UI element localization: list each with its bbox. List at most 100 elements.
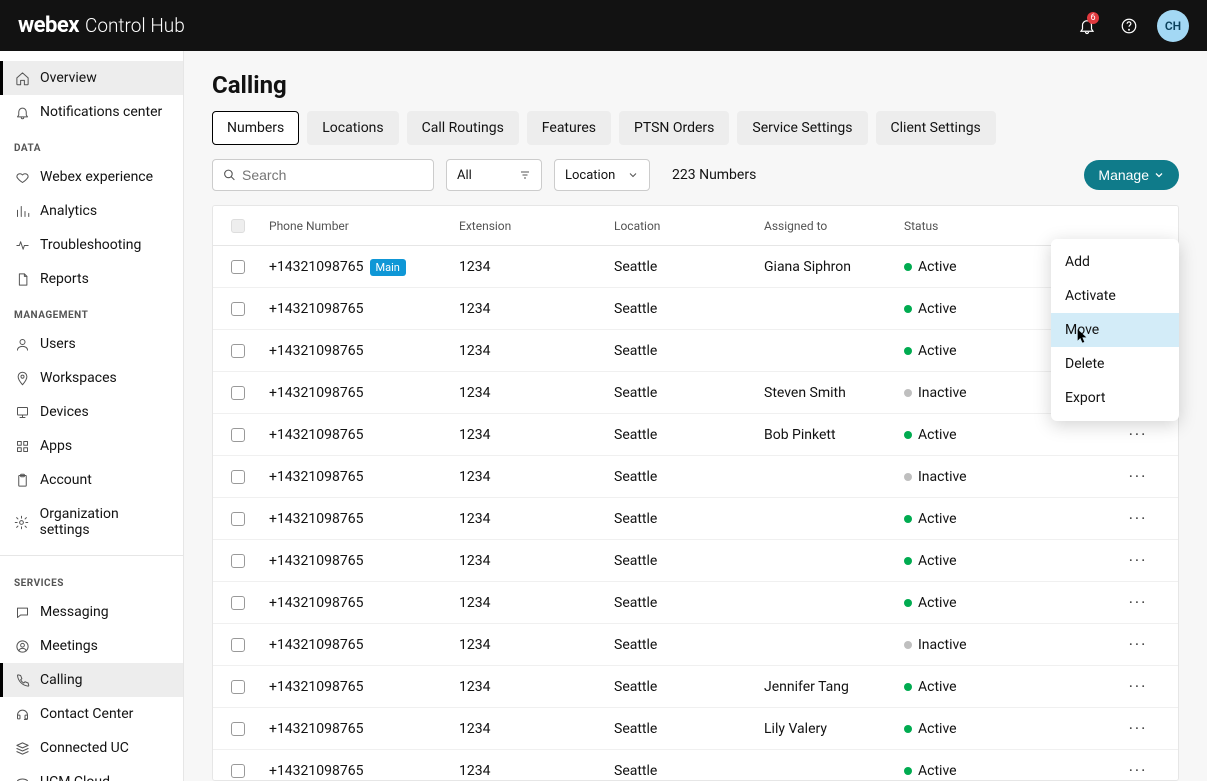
row-checkbox[interactable]: [231, 302, 245, 316]
tab-service-settings[interactable]: Service Settings: [737, 111, 867, 145]
sidebar-item-reports[interactable]: Reports: [0, 262, 183, 296]
sidebar-item-account[interactable]: Account: [0, 463, 183, 497]
table-row[interactable]: +143210987651234SeattleSteven SmithInact…: [213, 372, 1178, 414]
notifications-badge: 6: [1087, 12, 1099, 24]
col-phone[interactable]: Phone Number: [263, 219, 453, 233]
sidebar-item-messaging[interactable]: Messaging: [0, 595, 183, 629]
sidebar-item-users[interactable]: Users: [0, 327, 183, 361]
row-actions-button[interactable]: ···: [1098, 719, 1178, 738]
tab-ptsn-orders[interactable]: PTSN Orders: [619, 111, 729, 145]
table-row[interactable]: +143210987651234SeattleInactive···: [213, 456, 1178, 498]
cell-status: Inactive: [898, 637, 1098, 653]
table-row[interactable]: +143210987651234SeattleBob PinkettActive…: [213, 414, 1178, 456]
dropdown-item-export[interactable]: Export: [1051, 381, 1179, 415]
row-actions-button[interactable]: ···: [1098, 467, 1178, 486]
help-button[interactable]: [1115, 12, 1143, 40]
table-row[interactable]: +143210987651234SeattleActive···: [213, 498, 1178, 540]
cell-location: Seattle: [608, 469, 758, 485]
col-status[interactable]: Status: [898, 219, 1098, 233]
table-row[interactable]: +143210987651234SeattleActive···: [213, 288, 1178, 330]
table-row[interactable]: +143210987651234SeattleActive···: [213, 330, 1178, 372]
sidebar-item-notifications-center[interactable]: Notifications center: [0, 95, 183, 129]
table-row[interactable]: +143210987651234SeattleLily ValeryActive…: [213, 708, 1178, 750]
manage-dropdown: AddActivateMoveDeleteExport: [1051, 239, 1179, 421]
sidebar-item-workspaces[interactable]: Workspaces: [0, 361, 183, 395]
search-icon: [223, 168, 236, 182]
row-checkbox[interactable]: [231, 512, 245, 526]
table-row[interactable]: +143210987651234SeattleInactive···: [213, 624, 1178, 666]
col-extension[interactable]: Extension: [453, 219, 608, 233]
status-text: Active: [918, 553, 957, 569]
sidebar-item-calling[interactable]: Calling: [0, 663, 183, 697]
table-row[interactable]: +143210987651234SeattleActive···: [213, 540, 1178, 582]
table-row[interactable]: +143210987651234SeattleJennifer TangActi…: [213, 666, 1178, 708]
sidebar-item-contact-center[interactable]: Contact Center: [0, 697, 183, 731]
row-actions-button[interactable]: ···: [1098, 509, 1178, 528]
search-input[interactable]: [242, 167, 423, 183]
row-actions-button[interactable]: ···: [1098, 761, 1178, 780]
row-checkbox[interactable]: [231, 386, 245, 400]
row-actions-button[interactable]: ···: [1098, 635, 1178, 654]
col-location[interactable]: Location: [608, 219, 758, 233]
sidebar-item-overview[interactable]: Overview: [0, 61, 183, 95]
table-row[interactable]: +143210987651234SeattleActive···: [213, 750, 1178, 781]
sidebar-item-troubleshooting[interactable]: Troubleshooting: [0, 228, 183, 262]
row-actions-button[interactable]: ···: [1098, 593, 1178, 612]
sidebar-item-apps[interactable]: Apps: [0, 429, 183, 463]
dropdown-item-activate[interactable]: Activate: [1051, 279, 1179, 313]
cell-extension: 1234: [453, 511, 608, 527]
sidebar-item-devices[interactable]: Devices: [0, 395, 183, 429]
filter-all-label: All: [457, 168, 472, 183]
numbers-count: 223 Numbers: [672, 167, 756, 183]
notifications-button[interactable]: 6: [1073, 12, 1101, 40]
row-checkbox[interactable]: [231, 470, 245, 484]
tab-call-routings[interactable]: Call Routings: [407, 111, 519, 145]
sidebar: OverviewNotifications centerDATAWebex ex…: [0, 51, 184, 781]
sidebar-item-analytics[interactable]: Analytics: [0, 194, 183, 228]
avatar[interactable]: CH: [1157, 10, 1189, 42]
sidebar-item-webex-experience[interactable]: Webex experience: [0, 160, 183, 194]
row-actions-button[interactable]: ···: [1098, 677, 1178, 696]
manage-button[interactable]: Manage: [1084, 160, 1179, 190]
row-checkbox[interactable]: [231, 722, 245, 736]
sidebar-item-meetings[interactable]: Meetings: [0, 629, 183, 663]
search-input-wrap[interactable]: [212, 159, 434, 191]
status-text: Inactive: [918, 637, 967, 653]
dropdown-item-move[interactable]: Move: [1051, 313, 1179, 347]
table-row[interactable]: +143210987651234SeattleActive···: [213, 582, 1178, 624]
tab-numbers[interactable]: Numbers: [212, 111, 299, 145]
table-row[interactable]: +14321098765Main1234SeattleGiana Siphron…: [213, 246, 1178, 288]
row-checkbox[interactable]: [231, 260, 245, 274]
cell-location: Seattle: [608, 343, 758, 359]
filter-location[interactable]: Location: [554, 159, 650, 191]
status-text: Inactive: [918, 385, 967, 401]
cell-extension: 1234: [453, 301, 608, 317]
row-checkbox[interactable]: [231, 638, 245, 652]
row-checkbox[interactable]: [231, 596, 245, 610]
row-checkbox[interactable]: [231, 680, 245, 694]
row-actions-button[interactable]: ···: [1098, 551, 1178, 570]
sidebar-item-organization-settings[interactable]: Organization settings: [0, 497, 183, 547]
select-all-checkbox[interactable]: [231, 219, 245, 233]
row-actions-button[interactable]: ···: [1098, 425, 1178, 444]
cell-phone: +14321098765: [263, 385, 453, 401]
row-checkbox[interactable]: [231, 344, 245, 358]
cell-location: Seattle: [608, 595, 758, 611]
tab-client-settings[interactable]: Client Settings: [876, 111, 996, 145]
cell-extension: 1234: [453, 637, 608, 653]
status-text: Active: [918, 595, 957, 611]
row-checkbox[interactable]: [231, 428, 245, 442]
status-dot-icon: [904, 557, 912, 565]
dropdown-item-delete[interactable]: Delete: [1051, 347, 1179, 381]
col-assigned[interactable]: Assigned to: [758, 219, 898, 233]
filter-all[interactable]: All: [446, 159, 542, 191]
row-checkbox[interactable]: [231, 554, 245, 568]
cell-phone: +14321098765: [263, 343, 453, 359]
tab-locations[interactable]: Locations: [307, 111, 398, 145]
tab-features[interactable]: Features: [527, 111, 611, 145]
sidebar-item-ucm-cloud[interactable]: UCM Cloud: [0, 765, 183, 781]
dropdown-item-add[interactable]: Add: [1051, 245, 1179, 279]
row-checkbox[interactable]: [231, 764, 245, 778]
cell-assigned: Lily Valery: [758, 721, 898, 737]
sidebar-item-connected-uc[interactable]: Connected UC: [0, 731, 183, 765]
